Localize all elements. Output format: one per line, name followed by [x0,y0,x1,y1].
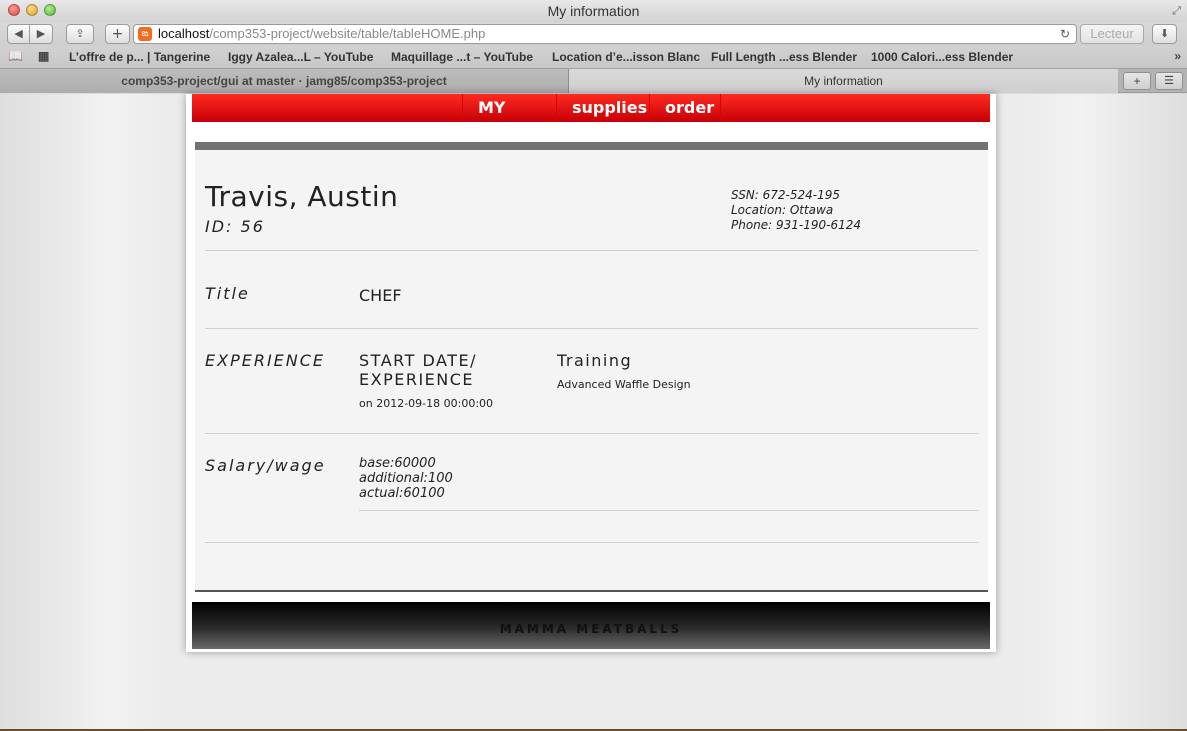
downloads-button[interactable]: ⬇ [1152,24,1177,44]
back-arrow-icon: ◀ [14,27,23,40]
tab-list-icon: ☰ [1164,75,1174,87]
tab-my-information[interactable]: My information [569,69,1118,93]
plus-icon: + [1133,74,1141,88]
close-window-button[interactable] [8,4,20,16]
more-bookmarks-chevron-icon[interactable]: » [1174,49,1181,63]
divider [205,250,978,251]
salary-actual: actual:60100 [359,486,445,501]
salary-values: base:60000 additional:100 actual:60100 [359,456,453,501]
download-icon: ⬇ [1159,27,1170,40]
window-title: My information [547,3,640,19]
ssn-text: SSN: 672-524-195 [731,188,841,202]
browser-toolbar: ◀ ▶ ⇪ + ఙ localhost/comp353-project/webs… [0,22,1187,46]
salary-additional: additional:100 [359,471,453,486]
location-text: Location: Ottawa [731,203,834,217]
employee-id: ID: 56 [205,217,265,236]
address-bar[interactable]: ఙ localhost/comp353-project/website/tabl… [133,24,1077,44]
reader-button[interactable]: Lecteur [1080,24,1144,44]
share-icon: ⇪ [75,27,85,40]
forward-button[interactable]: ▶ [30,24,53,44]
site-footer: MAMMA MEATBALLS [192,602,990,649]
url-path: /comp353-project/website/table/tableHOME… [209,26,486,41]
content-bottom-rule [195,590,988,592]
tab-overview-button[interactable]: ☰ [1155,72,1183,90]
tab-bar: comp353-project/gui at master · jamg85/c… [0,68,1187,93]
site-favicon-icon: ఙ [138,27,152,41]
add-bookmark-button[interactable]: + [105,24,130,44]
fullscreen-icon[interactable]: ⤢ [1172,4,1181,18]
salary-base: base:60000 [359,456,436,471]
reload-icon[interactable]: ↻ [1060,25,1070,43]
share-button[interactable]: ⇪ [66,24,94,44]
experience-label: EXPERIENCE [205,351,326,370]
main-card: MY INFO supplies order Travis, Austin ID… [186,94,996,652]
start-date-value: on 2012-09-18 00:00:00 [359,397,494,410]
divider [359,510,978,511]
employee-info-panel: Travis, Austin ID: 56 SSN: 672-524-195 L… [195,142,988,592]
site-navbar: MY INFO supplies order [192,94,990,145]
back-button[interactable]: ◀ [7,24,30,44]
zoom-window-button[interactable] [44,4,56,16]
divider [205,328,978,329]
training-header: Training [557,351,633,370]
employee-name: Travis, Austin [205,180,399,213]
window-titlebar: My information ⤢ [0,0,1187,22]
bookmark-item[interactable]: Full Length ...ess Blender [711,50,857,64]
minimize-window-button[interactable] [26,4,38,16]
bookmark-item[interactable]: Iggy Azalea...L – YouTube [228,50,373,64]
training-value: Advanced Waffle Design [557,378,691,391]
forward-arrow-icon: ▶ [36,27,46,40]
start-date-header-line2: EXPERIENCE [359,370,475,389]
footer-brand-text: MAMMA MEATBALLS [499,622,683,636]
bookmark-item[interactable]: L’offre de p... | Tangerine [69,50,210,64]
plus-icon: + [111,26,124,42]
start-date-header: START DATE/ EXPERIENCE [359,351,477,389]
bookmark-item[interactable]: 1000 Calori...ess Blender [871,50,1013,64]
tab-github[interactable]: comp353-project/gui at master · jamg85/c… [0,69,569,93]
contact-info: SSN: 672-524-195 Location: Ottawa Phone:… [731,188,861,233]
nav-supplies[interactable]: supplies [556,94,649,122]
url-host: localhost [158,26,210,41]
new-tab-button[interactable]: + [1123,72,1151,90]
nav-order[interactable]: order [649,94,721,122]
divider [205,433,978,434]
divider [205,542,978,543]
salary-label: Salary/wage [205,456,326,475]
bookmark-item[interactable]: Location d’e...isson Blanc [552,50,700,64]
title-value: CHEF [359,286,402,305]
top-sites-grid-icon[interactable]: ▦ [38,49,49,63]
bookmarks-bar: 📖 ▦ L’offre de p... | Tangerine Iggy Aza… [0,46,1187,68]
phone-text: Phone: 931-190-6124 [731,218,862,232]
reading-list-icon[interactable]: 📖 [8,49,23,63]
title-label: Title [205,284,250,303]
nav-my-info[interactable]: MY INFO [462,94,556,145]
bookmark-item[interactable]: Maquillage ...t – YouTube [391,50,533,64]
start-date-header-line1: START DATE/ [359,351,477,370]
url-text: localhost/comp353-project/website/table/… [158,25,485,43]
